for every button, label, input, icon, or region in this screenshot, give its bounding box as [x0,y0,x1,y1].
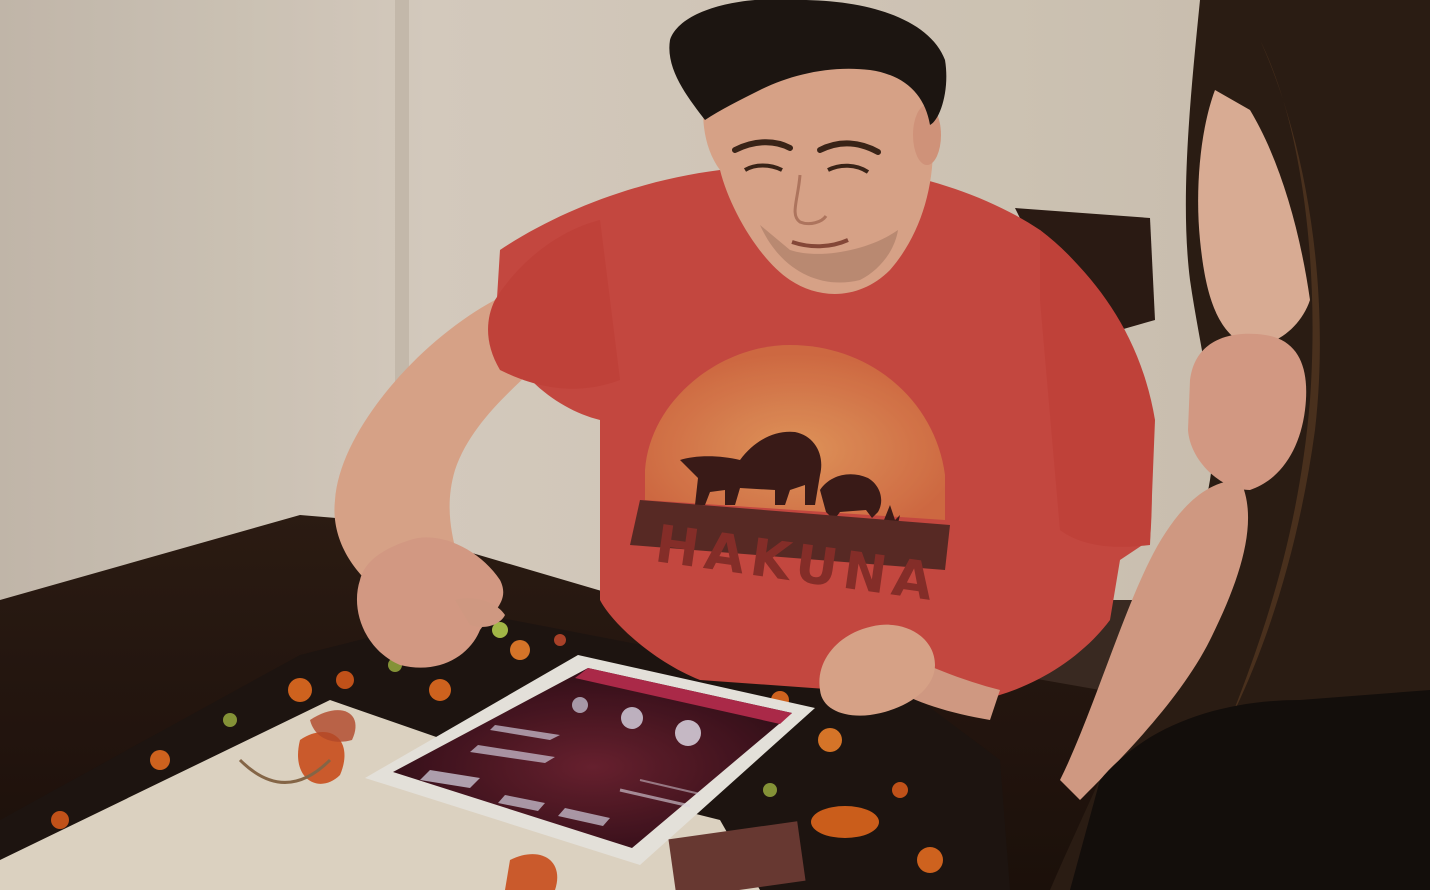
scene-svg: HAKUNA [0,0,1430,890]
vignette [0,0,1430,890]
photo-scene: HAKUNA [0,0,1430,890]
